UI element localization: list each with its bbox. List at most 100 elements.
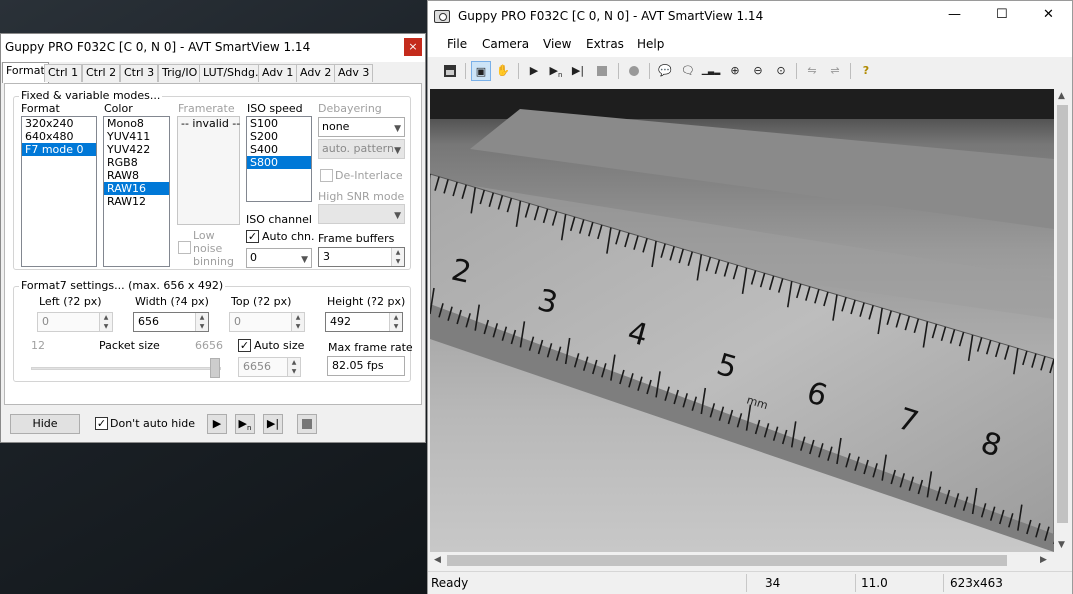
list-item[interactable]: YUV411 [104, 130, 169, 143]
histogram-icon[interactable]: ▁▃▂ [701, 61, 721, 81]
menu-camera[interactable]: Camera [482, 37, 529, 51]
stop-icon[interactable] [592, 61, 612, 81]
stepper-buttons[interactable]: ▲ ▼ [389, 313, 402, 331]
play-icon[interactable]: ▶ [524, 61, 544, 81]
chevron-down-icon: ▼ [394, 211, 401, 221]
scroll-up-icon[interactable]: ▲ [1058, 91, 1065, 101]
tab-adv2[interactable]: Adv 2 [296, 64, 336, 82]
toolbar-separator [796, 63, 797, 79]
chevron-down-icon: ▼ [394, 124, 401, 134]
vertical-scroll-thumb[interactable] [1057, 105, 1068, 523]
scroll-down-icon[interactable]: ▼ [1058, 540, 1065, 550]
color-listbox[interactable]: Mono8 YUV411 YUV422 RGB8 RAW8 RAW16 RAW1… [103, 116, 170, 267]
pattern-select[interactable]: auto. pattern ▼ [318, 139, 405, 159]
tab-ctrl1[interactable]: Ctrl 1 [44, 64, 83, 82]
scroll-right-icon[interactable]: ▶ [1040, 555, 1047, 565]
status-divider [746, 574, 747, 592]
list-item[interactable]: 320x240 [22, 117, 96, 130]
record-icon[interactable] [624, 61, 644, 81]
chat-icon[interactable]: 💬 [655, 61, 675, 81]
vertical-scrollbar[interactable]: ▲ ▼ [1054, 89, 1071, 552]
list-item[interactable]: F7 mode 0 [22, 143, 96, 156]
format-listbox[interactable]: 320x240 640x480 F7 mode 0 [21, 116, 97, 267]
camera-info-icon[interactable]: ▣ [471, 61, 491, 81]
camera-image-view[interactable]: 2 3 4 5 6 7 8 mm [430, 89, 1054, 552]
list-item[interactable]: 640x480 [22, 130, 96, 143]
width-value: 656 [138, 315, 159, 328]
mirror-off-icon[interactable]: ⇌ [825, 61, 845, 81]
scroll-left-icon[interactable]: ◀ [434, 555, 441, 565]
stepper-buttons[interactable]: ▲ ▼ [287, 358, 300, 376]
list-item[interactable]: RAW16 [104, 182, 169, 195]
dialog-close-button[interactable]: × [404, 38, 422, 56]
minimize-button[interactable]: — [948, 7, 961, 22]
tab-format[interactable]: Format [2, 62, 49, 83]
iso-channel-select[interactable]: 0 ▼ [246, 248, 312, 268]
packet-size-stepper[interactable]: 6656 ▲ ▼ [238, 357, 301, 377]
tab-adv1[interactable]: Adv 1 [258, 64, 298, 82]
tab-ctrl2[interactable]: Ctrl 2 [82, 64, 121, 82]
list-item[interactable]: RGB8 [104, 156, 169, 169]
close-button[interactable]: ✕ [1043, 7, 1054, 22]
low-noise-checkbox[interactable] [178, 241, 191, 254]
list-item[interactable]: S100 [247, 117, 311, 130]
chevron-down-icon: ▼ [394, 146, 401, 156]
zoom-out-icon[interactable]: ⊖ [748, 61, 768, 81]
play-n-button[interactable]: ▶n [235, 414, 255, 434]
help-icon[interactable]: ? [856, 61, 876, 81]
packet-size-slider-thumb[interactable] [210, 358, 220, 378]
zoom-in-icon[interactable]: ⊕ [725, 61, 745, 81]
dialog-title: Guppy PRO F032C [C 0, N 0] - AVT SmartVi… [5, 40, 311, 54]
stepper-buttons[interactable]: ▲ ▼ [99, 313, 112, 331]
dont-auto-hide-checkbox[interactable]: ✓ [95, 417, 108, 430]
debayering-select[interactable]: none ▼ [318, 117, 405, 137]
height-stepper[interactable]: 492 ▲ ▼ [325, 312, 403, 332]
play-n-icon[interactable]: ▶n [546, 61, 566, 81]
tab-ctrl3[interactable]: Ctrl 3 [120, 64, 159, 82]
high-snr-select[interactable]: ▼ [318, 204, 405, 224]
debayering-label: Debayering [318, 102, 382, 115]
main-titlebar[interactable]: Guppy PRO F032C [C 0, N 0] - AVT SmartVi… [428, 1, 1072, 33]
play-button[interactable]: ▶ [207, 414, 227, 434]
stepper-buttons[interactable]: ▲ ▼ [291, 313, 304, 331]
list-item[interactable]: RAW8 [104, 169, 169, 182]
auto-chn-checkbox[interactable]: ✓ [246, 230, 259, 243]
list-item[interactable]: S400 [247, 143, 311, 156]
menu-help[interactable]: Help [637, 37, 664, 51]
list-item[interactable]: Mono8 [104, 117, 169, 130]
save-icon[interactable] [440, 61, 460, 81]
menu-view[interactable]: View [543, 37, 571, 51]
maximize-button[interactable]: ☐ [996, 7, 1008, 22]
hide-button[interactable]: Hide [10, 414, 80, 434]
play-step-button[interactable]: ▶| [263, 414, 283, 434]
menu-file[interactable]: File [447, 37, 467, 51]
left-stepper[interactable]: 0 ▲ ▼ [37, 312, 113, 332]
iso-speed-listbox[interactable]: S100 S200 S400 S800 [246, 116, 312, 202]
horizontal-scroll-thumb[interactable] [447, 555, 1007, 566]
tab-adv3[interactable]: Adv 3 [334, 64, 374, 82]
chat-ok-icon[interactable]: 🗨 [678, 61, 698, 81]
width-stepper[interactable]: 656 ▲ ▼ [133, 312, 209, 332]
tab-trig-io[interactable]: Trig/IO [158, 64, 202, 82]
tab-lut-shdg[interactable]: LUT/Shdg. [199, 64, 263, 82]
dialog-titlebar[interactable]: Guppy PRO F032C [C 0, N 0] - AVT SmartVi… [1, 34, 425, 62]
stepper-buttons[interactable]: ▲ ▼ [391, 248, 404, 266]
framerate-listbox[interactable]: -- invalid -- [177, 116, 240, 225]
main-title: Guppy PRO F032C [C 0, N 0] - AVT SmartVi… [458, 9, 764, 23]
list-item[interactable]: YUV422 [104, 143, 169, 156]
horizontal-scrollbar[interactable]: ◀ ▶ [430, 552, 1054, 569]
play-step-icon[interactable]: ▶| [568, 61, 588, 81]
list-item[interactable]: S200 [247, 130, 311, 143]
stop-button[interactable] [297, 414, 317, 434]
auto-size-checkbox[interactable]: ✓ [238, 339, 251, 352]
frame-buffers-stepper[interactable]: 3 ▲ ▼ [318, 247, 405, 267]
mirror-icon[interactable]: ⇋ [802, 61, 822, 81]
list-item[interactable]: RAW12 [104, 195, 169, 208]
list-item[interactable]: S800 [247, 156, 311, 169]
top-stepper[interactable]: 0 ▲ ▼ [229, 312, 305, 332]
zoom-fit-icon[interactable]: ⊙ [771, 61, 791, 81]
menu-extras[interactable]: Extras [586, 37, 624, 51]
stepper-buttons[interactable]: ▲ ▼ [195, 313, 208, 331]
hand-icon[interactable]: ✋ [493, 61, 513, 81]
deinterlace-checkbox[interactable] [320, 169, 333, 182]
